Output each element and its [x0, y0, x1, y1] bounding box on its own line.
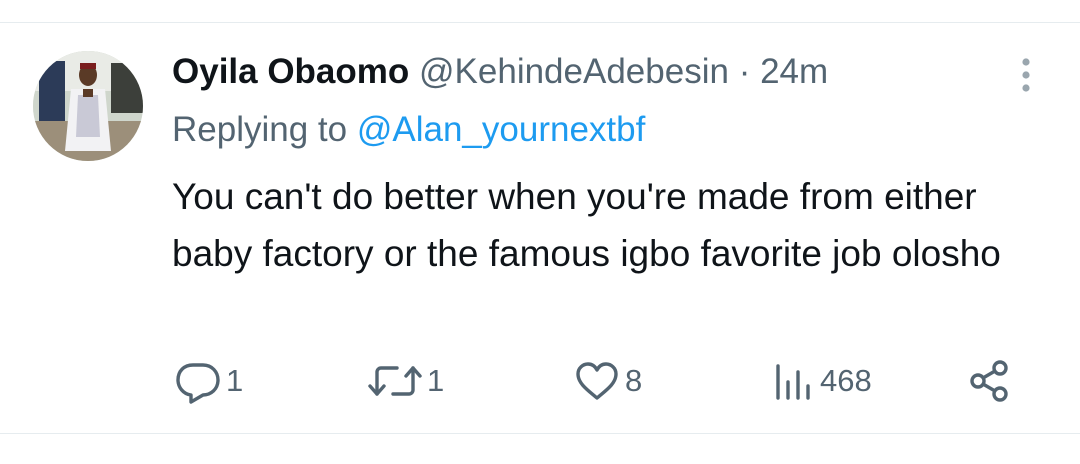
separator-dot: ·	[738, 52, 751, 91]
reply-count: 1	[226, 363, 244, 398]
like-count: 8	[625, 363, 643, 398]
reply-icon	[176, 363, 220, 404]
share-icon	[970, 360, 1008, 402]
reply-button[interactable]: 1	[174, 356, 243, 406]
replying-prefix: Replying to	[172, 110, 348, 149]
avatar-photo	[33, 51, 143, 161]
views-icon	[776, 364, 810, 400]
timestamp[interactable]: 24m	[760, 52, 828, 91]
views-button[interactable]: 468	[772, 356, 872, 406]
heart-icon	[576, 362, 618, 400]
more-vertical-icon	[1022, 58, 1030, 92]
top-divider	[0, 22, 1080, 23]
share-button[interactable]	[967, 356, 1013, 406]
more-options-button[interactable]	[1009, 55, 1043, 95]
tweet-header: Oyila Obaomo @KehindeAdebesin · 24m	[172, 50, 972, 94]
author-name[interactable]: Oyila Obaomo	[172, 52, 409, 91]
retweet-icon	[368, 366, 422, 396]
tweet-text: You can't do better when you're made fro…	[172, 176, 1001, 274]
views-count: 468	[820, 363, 872, 398]
like-button[interactable]: 8	[573, 356, 642, 406]
avatar[interactable]	[33, 51, 143, 161]
retweet-count: 1	[427, 363, 445, 398]
replying-to: Replying to @Alan_yournextbf	[172, 108, 645, 152]
author-handle[interactable]: @KehindeAdebesin	[419, 52, 729, 91]
reply-to-handle[interactable]: @Alan_yournextbf	[357, 110, 645, 149]
retweet-button[interactable]: 1	[367, 356, 444, 406]
action-bar: 1 1 8 468	[0, 356, 1080, 406]
bottom-divider	[0, 433, 1080, 434]
